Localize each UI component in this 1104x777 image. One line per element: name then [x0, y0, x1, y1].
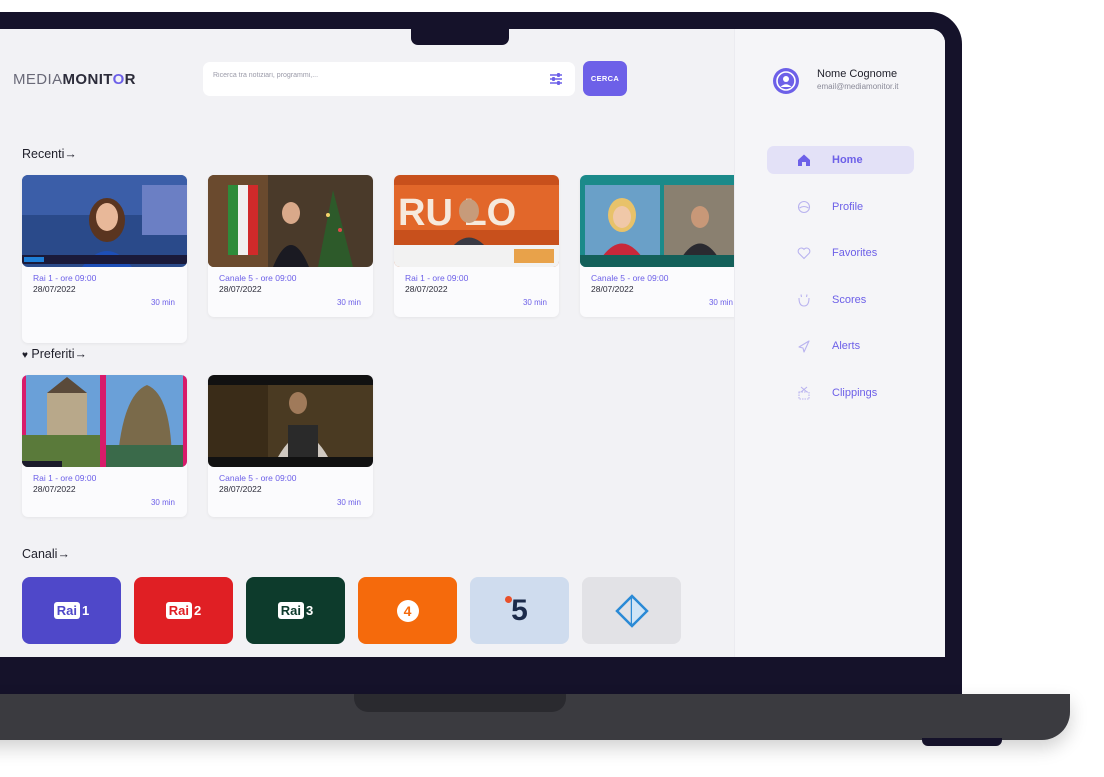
video-thumbnail: [22, 375, 187, 467]
heart-icon: [797, 247, 811, 260]
alert-icon: [798, 340, 810, 353]
logo-bold-text: MONIT: [62, 71, 113, 88]
channel-tile-italia1[interactable]: [582, 577, 681, 644]
card-date: 28/07/2022: [219, 284, 262, 294]
channel-tile-canale5[interactable]: 5: [470, 577, 569, 644]
logo-end-text: R: [124, 71, 136, 88]
nav-label: Favorites: [832, 247, 878, 259]
nav-label: Profile: [832, 201, 864, 213]
channel-tile-rete4[interactable]: 4: [358, 577, 457, 644]
nav-label: Home: [832, 154, 863, 166]
card-channel-time: Canale 5 - ore 09:00: [591, 273, 669, 283]
nav-label: Alerts: [832, 340, 861, 352]
nav-item-clippings[interactable]: Clippings: [767, 379, 914, 407]
clipping-icon: [798, 386, 810, 400]
channel-tile-rai2[interactable]: Rai 2: [134, 577, 233, 644]
recent-label: Recenti: [22, 147, 65, 161]
nav-item-profile[interactable]: Profile: [767, 193, 914, 221]
card-duration: 30 min: [336, 298, 361, 307]
rai-wordmark: Rai: [277, 602, 304, 619]
channel-number: 2: [194, 603, 202, 618]
recent-card[interactable]: Canale 5 - ore 09:00 28/07/2022 30 min: [208, 175, 373, 317]
search-bar: [203, 62, 575, 96]
card-channel-time: Rai 1 - ore 09:00: [33, 273, 97, 283]
rai-wordmark: Rai: [165, 602, 192, 619]
nav-label: Scores: [832, 294, 867, 306]
scores-icon: [798, 294, 810, 307]
favorite-card[interactable]: Canale 5 - ore 09:00 28/07/2022 30 min: [208, 375, 373, 517]
channel-number: 1: [82, 603, 90, 618]
channel-tile-rai3[interactable]: Rai 3: [246, 577, 345, 644]
logo-o-text: O: [112, 71, 125, 88]
arrow-right-icon: →: [64, 147, 77, 161]
user-name: Nome Cognome: [817, 68, 898, 80]
user-icon: [776, 71, 796, 91]
channel-tile-rai1[interactable]: Rai 1: [22, 577, 121, 644]
video-thumbnail: [208, 375, 373, 467]
rai3-logo: Rai 3: [277, 602, 314, 619]
card-date: 28/07/2022: [405, 284, 448, 294]
card-date: 28/07/2022: [33, 484, 76, 494]
canale5-logo: 5: [505, 593, 528, 628]
svg-text:RU LO: RU LO: [398, 192, 516, 234]
card-date: 28/07/2022: [33, 284, 76, 294]
laptop-base-notch: [354, 694, 566, 712]
camera-notch: [411, 26, 509, 45]
card-duration: 30 min: [150, 298, 175, 307]
nav-item-scores[interactable]: Scores: [767, 286, 914, 314]
sidebar: Nome Cognome email@mediamonitor.it Home …: [734, 29, 945, 657]
video-thumbnail: RU LO: [394, 175, 559, 267]
card-date: 28/07/2022: [591, 284, 634, 294]
card-date: 28/07/2022: [219, 484, 262, 494]
card-channel-time: Rai 1 - ore 09:00: [33, 473, 97, 483]
arrow-right-icon: →: [74, 347, 88, 361]
app-logo[interactable]: MEDIAMONITOR: [13, 71, 136, 88]
nav-item-favorites[interactable]: Favorites: [767, 239, 914, 267]
nav-label: Clippings: [832, 387, 878, 399]
user-email: email@mediamonitor.it: [817, 82, 899, 91]
card-duration: 30 min: [336, 498, 361, 507]
channel-number: 3: [306, 603, 314, 618]
favorites-section-title[interactable]: ♥ Preferiti→: [22, 347, 87, 361]
profile-icon: [797, 200, 811, 214]
video-thumbnail: [580, 175, 745, 267]
card-duration: 30 min: [708, 298, 733, 307]
rai-wordmark: Rai: [53, 602, 80, 619]
card-duration: 30 min: [150, 498, 175, 507]
channels-label: Canali: [22, 547, 58, 561]
user-avatar[interactable]: [773, 68, 799, 94]
channel-number: 5: [511, 593, 528, 627]
card-channel-time: Canale 5 - ore 09:00: [219, 273, 297, 283]
rai2-logo: Rai 2: [165, 602, 202, 619]
recent-card[interactable]: RU LO Rai 1 - ore 09:00 28/07/2022 30 mi…: [394, 175, 559, 317]
filter-icon[interactable]: [548, 71, 564, 87]
heart-icon: ♥: [22, 350, 28, 361]
recent-card[interactable]: Rai 1 - ore 09:00 28/07/2022 30 min: [22, 175, 187, 343]
nav-item-home[interactable]: Home: [767, 146, 914, 174]
video-thumbnail: [208, 175, 373, 267]
arrow-right-icon: →: [57, 547, 70, 561]
favorites-label: Preferiti: [31, 347, 75, 361]
card-channel-time: Canale 5 - ore 09:00: [219, 473, 297, 483]
app-screen: MEDIAMONITOR CERCA Recenti→: [0, 29, 945, 657]
nav-item-alerts[interactable]: Alerts: [767, 332, 914, 360]
channels-section-title[interactable]: Canali→: [22, 547, 70, 561]
search-input[interactable]: [213, 72, 513, 79]
recent-card[interactable]: Canale 5 - ore 09:00 28/07/2022 30 min: [580, 175, 745, 317]
italia1-logo-icon: [614, 593, 649, 628]
logo-light-text: MEDIA: [13, 71, 63, 88]
home-icon: [798, 154, 810, 166]
card-duration: 30 min: [522, 298, 547, 307]
rete4-logo: 4: [396, 599, 419, 622]
card-channel-time: Rai 1 - ore 09:00: [405, 273, 469, 283]
video-thumbnail: [22, 175, 187, 267]
laptop-foot: [922, 738, 1002, 746]
rai1-logo: Rai 1: [53, 602, 90, 619]
recent-section-title[interactable]: Recenti→: [22, 147, 77, 161]
favorite-card[interactable]: Rai 1 - ore 09:00 28/07/2022 30 min: [22, 375, 187, 517]
laptop-mockup: MEDIAMONITOR CERCA Recenti→: [0, 0, 1104, 777]
canale5-flower-icon: [505, 595, 513, 603]
search-button[interactable]: CERCA: [583, 61, 627, 96]
